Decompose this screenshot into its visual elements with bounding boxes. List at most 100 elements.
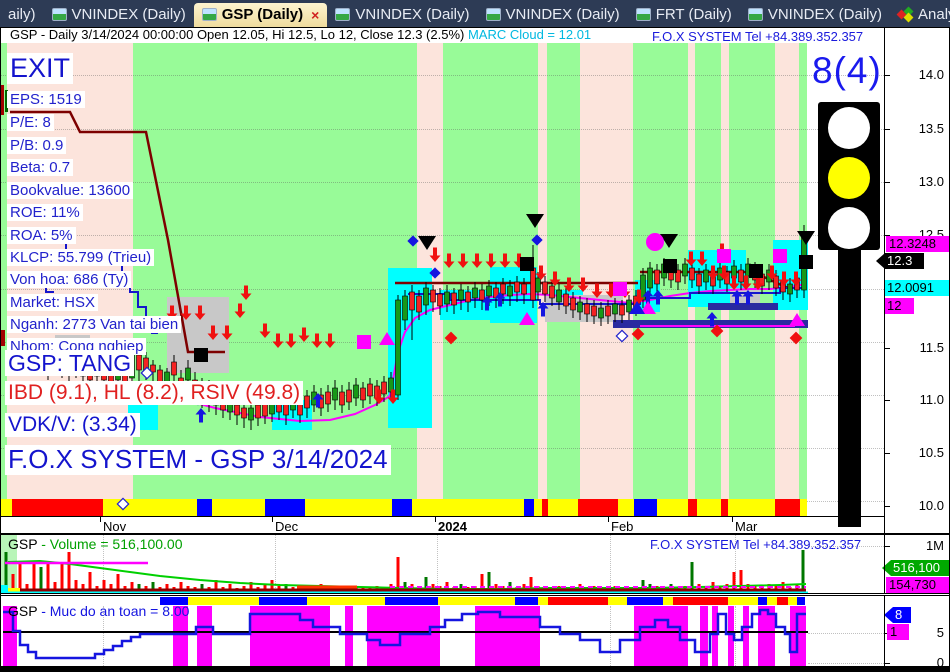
volume-bar [382,587,386,592]
volume-bar [753,586,757,592]
volume-bar [137,584,141,592]
axis-tick-label: 10.0 [918,498,944,513]
axis-tick-label: 13.5 [918,121,944,136]
gridline-vertical [275,535,276,592]
volume-bar [648,584,652,592]
safety-block [728,606,734,666]
volume-bar [676,587,680,592]
volume-bar [403,582,407,592]
tab-vnindex-daily-[interactable]: VNINDEX (Daily) [327,3,477,27]
tab-vnindex-daily-[interactable]: VNINDEX (Daily) [44,3,194,27]
signal-ribbon-segment [697,499,721,516]
app-window: aily) VNINDEX (Daily) GSP (Daily) × VNINDEX … [0,0,950,672]
signal-ribbon-segment [688,499,697,516]
safety-ribbon-segment [758,597,767,605]
overlay-label: Nganh: 2773 Van tai bien [7,316,182,334]
tab-vnindex-daily-[interactable]: VNINDEX (Daily) [740,3,890,27]
x-axis-label: Mar [735,519,758,534]
volume-bar [340,587,344,592]
border-line [0,27,950,28]
volume-bar [396,557,400,592]
price-band [417,43,443,499]
volume-bar [242,586,246,592]
volume-bar [795,584,799,592]
price-tag: 12.3248 [886,236,950,252]
safety-ribbon-segment [673,597,728,605]
safety-ribbon-segment [608,597,627,605]
volume-bar [277,586,281,592]
price-band [538,43,547,499]
volume-bar [410,584,414,592]
tab-close-icon[interactable]: × [311,7,319,23]
volume-bar [60,562,64,592]
volume-bar [53,582,57,592]
tab-gsp-daily-[interactable]: GSP (Daily) × [193,3,328,27]
signal-ribbon-segment [657,499,688,516]
safety-ribbon-segment [438,597,515,605]
safety-block [758,606,775,666]
safety-ribbon-segment [188,597,259,605]
overlay-label: Market: HSX [7,294,99,312]
marc-cloud-text: MARC Cloud = 12.01 [467,27,592,42]
volume-bar [578,584,582,592]
safety-block [700,606,708,666]
safety-block [250,606,330,666]
gridline-vertical [610,535,611,592]
safety-ribbon-segment [777,597,788,605]
x-axis-label: 2024 [438,519,467,534]
volume-bar [186,586,190,592]
volume-bar [487,572,491,592]
traffic-light-middle [828,157,870,199]
volume-bar [718,587,722,592]
volume-bar [375,586,379,592]
tab-vnindex-daily-[interactable]: VNINDEX (Daily) [478,3,628,27]
volume-bar [39,567,43,592]
x-axis-tick [732,517,733,522]
border-line [0,667,950,672]
volume-bar [557,586,561,592]
safety-block [743,606,749,666]
border-line [0,534,950,535]
volume-bar [88,572,92,592]
overlay-label: F.O.X SYSTEM - GSP 3/14/2024 [5,444,391,475]
volume-bar [564,587,568,592]
x-axis-tick [100,517,101,522]
safety-ribbon-segment [515,597,538,605]
border-line-vertical [884,27,885,533]
volume-title: GSP - Volume = 516,100.00 [8,536,182,552]
overlay-label: P/E: 8 [7,114,54,132]
volume-bar [235,588,239,592]
volume-bar [256,587,260,592]
volume-bar [81,584,85,592]
price-band [580,43,633,499]
tab-analysis1[interactable]: Analysis1 [890,3,950,27]
overlay-label: GSP: TANG [5,350,135,377]
traffic-light-stem [838,250,861,527]
volume-bar [270,580,274,592]
gridline-horizontal [808,663,884,664]
volume-bar [711,582,715,592]
safety-block [367,606,440,666]
volume-bar [536,586,540,592]
safety-symbol: GSP [8,603,42,619]
tab-frt-daily-[interactable]: FRT (Daily) [628,3,740,27]
tab-aily-[interactable]: aily) [0,3,44,27]
volume-bar [613,586,617,592]
tab-label: FRT (Daily) [655,6,732,23]
volume-bar [95,586,99,592]
volume-bar [158,587,162,592]
border-line [0,595,950,596]
volume-bar [466,587,470,592]
signal-ribbon-segment [103,499,197,516]
price-band [695,43,721,499]
safety-ribbon-segment [767,597,777,605]
axis-tick-label: 1M [925,538,944,553]
overlay-label: EPS: 1519 [7,91,85,109]
chart-icon [747,8,763,21]
volume-bar [74,580,78,592]
volume-bar [452,587,456,592]
gridline-horizontal [0,75,884,76]
volume-bar [193,587,197,592]
signal-ribbon-segment [618,499,634,516]
signal-ribbon-segment [634,499,657,516]
